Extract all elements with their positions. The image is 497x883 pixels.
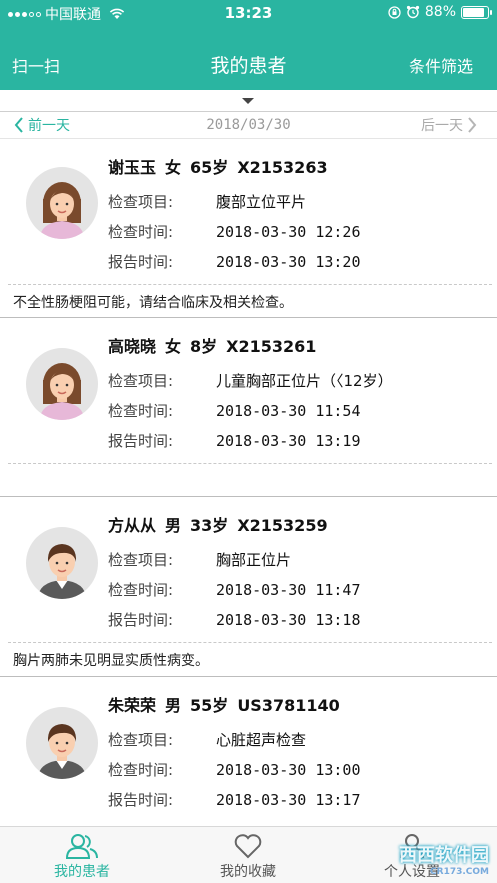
exam-item-row: 检查项目: 胸部正位片 bbox=[108, 549, 291, 570]
exam-item-value: 儿童胸部正位片（〈12岁） bbox=[216, 372, 393, 390]
patient-name: 朱荣荣 bbox=[108, 696, 157, 715]
patient-name: 高晓晓 bbox=[108, 337, 157, 356]
status-right: 88% bbox=[388, 4, 492, 20]
patient-name: 方从从 bbox=[108, 516, 157, 535]
patient-id: US3781140 bbox=[237, 696, 340, 715]
alarm-icon bbox=[406, 5, 419, 19]
exam-time-label: 检查时间: bbox=[108, 402, 174, 420]
exam-item-row: 检查项目: 腹部立位平片 bbox=[108, 191, 306, 212]
report-time-label: 报告时间: bbox=[108, 432, 174, 450]
exam-item-row: 检查项目: 儿童胸部正位片（〈12岁） bbox=[108, 370, 393, 391]
chevron-right-icon bbox=[468, 117, 477, 133]
expand-toggle[interactable] bbox=[0, 90, 497, 112]
orientation-lock-icon bbox=[388, 5, 401, 19]
exam-time-value: 2018-03-30 11:47 bbox=[216, 581, 361, 599]
patient-gender: 男 bbox=[165, 516, 182, 535]
patient-id: X2153259 bbox=[237, 516, 328, 535]
exam-item-value: 心脏超声检查 bbox=[216, 731, 307, 749]
exam-time-row: 检查时间: 2018-03-30 11:54 bbox=[108, 400, 361, 421]
report-time-row: 报告时间: 2018-03-30 13:20 bbox=[108, 251, 361, 272]
watermark-logo: 西西软件园 CR173.COM bbox=[399, 841, 489, 877]
patient-age: 8岁 bbox=[190, 337, 218, 356]
patient-card[interactable]: 高晓晓女 8岁 X2153261 检查项目: 儿童胸部正位片（〈12岁） 检查时间: 2… bbox=[0, 318, 497, 496]
patient-gender: 女 bbox=[165, 337, 182, 356]
male-avatar-icon bbox=[26, 527, 98, 599]
watermark-text: 西西软件园 bbox=[399, 845, 489, 866]
tab-label: 我的患者 bbox=[54, 864, 110, 880]
exam-time-value: 2018-03-30 13:00 bbox=[216, 761, 361, 779]
report-time-value: 2018-03-30 13:18 bbox=[216, 611, 361, 629]
app-header: 中国联通 13:23 88% 扫一扫 我的患者 条件筛选 bbox=[0, 0, 497, 90]
female-avatar-icon bbox=[26, 167, 98, 239]
nav-bar: 扫一扫 我的患者 条件筛选 bbox=[0, 26, 497, 90]
patient-header: 方从从男 33岁 X2153259 bbox=[108, 512, 337, 536]
next-day-button[interactable]: 后一天 bbox=[421, 115, 477, 135]
tab-bar: 我的患者 我的收藏 个人设置 西西软件园 CR173.COM bbox=[0, 826, 497, 883]
report-time-label: 报告时间: bbox=[108, 253, 174, 271]
exam-time-label: 检查时间: bbox=[108, 581, 174, 599]
exam-time-label: 检查时间: bbox=[108, 223, 174, 241]
patient-header: 高晓晓女 8岁 X2153261 bbox=[108, 333, 325, 357]
report-time-label: 报告时间: bbox=[108, 791, 174, 809]
report-time-row: 报告时间: 2018-03-30 13:18 bbox=[108, 609, 361, 630]
date-bar: 前一天 2018/03/30 后一天 bbox=[0, 112, 497, 139]
exam-item-label: 检查项目: bbox=[108, 193, 174, 211]
patient-card[interactable]: 谢玉玉女 65岁 X2153263 检查项目: 腹部立位平片 检查时间: 2018-03… bbox=[0, 139, 497, 317]
diagnosis-text: 不全性肠梗阻可能，请结合临床及相关检查。 bbox=[13, 295, 293, 311]
exam-time-value: 2018-03-30 12:26 bbox=[216, 223, 361, 241]
exam-item-label: 检查项目: bbox=[108, 731, 174, 749]
patient-name: 谢玉玉 bbox=[108, 158, 157, 177]
exam-time-row: 检查时间: 2018-03-30 13:00 bbox=[108, 759, 361, 780]
status-bar: 中国联通 13:23 88% bbox=[0, 0, 497, 26]
exam-time-row: 检查时间: 2018-03-30 12:26 bbox=[108, 221, 361, 242]
exam-item-value: 腹部立位平片 bbox=[216, 193, 307, 211]
exam-time-row: 检查时间: 2018-03-30 11:47 bbox=[108, 579, 361, 600]
female-avatar-icon bbox=[26, 348, 98, 420]
male-avatar-icon bbox=[26, 707, 98, 779]
patient-card[interactable]: 方从从男 33岁 X2153259 检查项目: 胸部正位片 检查时间: 2018-03-… bbox=[0, 497, 497, 675]
exam-item-label: 检查项目: bbox=[108, 372, 174, 390]
patient-id: X2153263 bbox=[237, 158, 328, 177]
report-time-row: 报告时间: 2018-03-30 13:17 bbox=[108, 789, 361, 810]
patient-gender: 女 bbox=[165, 158, 182, 177]
divider bbox=[8, 642, 492, 643]
battery-icon bbox=[461, 5, 492, 19]
battery-percent: 88% bbox=[424, 4, 456, 20]
tab-my-favorites[interactable]: 我的收藏 bbox=[188, 827, 308, 883]
report-time-row: 报告时间: 2018-03-30 13:19 bbox=[108, 430, 361, 451]
divider bbox=[8, 463, 492, 464]
patient-age: 65岁 bbox=[190, 158, 229, 177]
report-time-label: 报告时间: bbox=[108, 611, 174, 629]
tab-label: 我的收藏 bbox=[220, 864, 276, 880]
report-time-value: 2018-03-30 13:20 bbox=[216, 253, 361, 271]
patient-card[interactable]: 朱荣荣男 55岁 US3781140 检查项目: 心脏超声检查 检查时间: 2018-0… bbox=[0, 677, 497, 826]
patients-icon bbox=[65, 834, 98, 859]
diagnosis-text: 胸片两肺未见明显实质性病变。 bbox=[13, 653, 209, 669]
patient-age: 55岁 bbox=[190, 696, 229, 715]
report-time-value: 2018-03-30 13:17 bbox=[216, 791, 361, 809]
report-time-value: 2018-03-30 13:19 bbox=[216, 432, 361, 450]
exam-time-value: 2018-03-30 11:54 bbox=[216, 402, 361, 420]
next-day-label: 后一天 bbox=[421, 118, 463, 134]
patient-header: 谢玉玉女 65岁 X2153263 bbox=[108, 154, 337, 178]
watermark-sub: CR173.COM bbox=[430, 867, 489, 877]
patient-header: 朱荣荣男 55岁 US3781140 bbox=[108, 692, 349, 716]
patient-age: 33岁 bbox=[190, 516, 229, 535]
patient-gender: 男 bbox=[165, 696, 182, 715]
divider bbox=[8, 284, 492, 285]
exam-time-label: 检查时间: bbox=[108, 761, 174, 779]
filter-button[interactable]: 条件筛选 bbox=[409, 53, 473, 77]
exam-item-value: 胸部正位片 bbox=[216, 551, 292, 569]
exam-item-label: 检查项目: bbox=[108, 551, 174, 569]
exam-item-row: 检查项目: 心脏超声检查 bbox=[108, 729, 306, 750]
heart-icon bbox=[234, 834, 262, 859]
caret-down-icon bbox=[242, 98, 254, 104]
patient-id: X2153261 bbox=[226, 337, 317, 356]
tab-my-patients[interactable]: 我的患者 bbox=[22, 827, 142, 883]
